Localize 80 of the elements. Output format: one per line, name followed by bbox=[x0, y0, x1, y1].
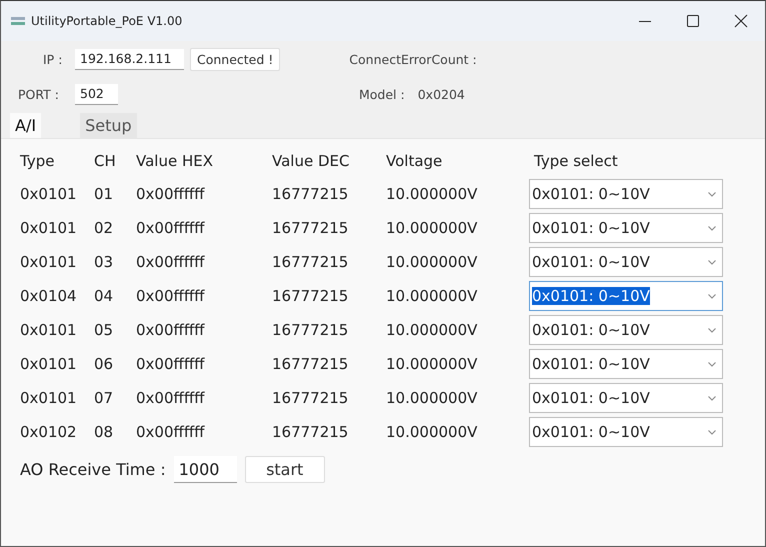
table-cell-text: 0x0101 bbox=[20, 355, 78, 373]
table-cell-text: 10.000000V bbox=[386, 321, 478, 339]
table-cell-text: 16777215 bbox=[272, 287, 350, 305]
type-select[interactable]: 0x0101: 0~10V bbox=[529, 281, 723, 311]
table-cell-text: 16777215 bbox=[272, 389, 350, 407]
table-cell-text: 16777215 bbox=[272, 423, 350, 441]
table-cell-text: 10.000000V bbox=[386, 219, 478, 237]
minimize-icon bbox=[639, 20, 651, 22]
table-cell-text: 0x00ffffff bbox=[136, 321, 206, 339]
tab[interactable]: A/I bbox=[10, 113, 42, 138]
type-select[interactable]: 0x0101: 0~10V bbox=[529, 349, 723, 379]
column-header: Voltage bbox=[386, 151, 444, 170]
type-select[interactable]: 0x0101: 0~10V bbox=[529, 315, 723, 345]
table-cell-text: 01 bbox=[94, 185, 114, 203]
app-logo-icon bbox=[11, 17, 25, 25]
table-cell-text: 05 bbox=[94, 321, 114, 339]
table-cell-text: 10.000000V bbox=[386, 355, 478, 373]
table-cell-text: 04 bbox=[94, 287, 114, 305]
table-cell-text: 10.000000V bbox=[386, 253, 478, 271]
table-cell-text: 0x00ffffff bbox=[136, 423, 206, 441]
connect-button[interactable]: Connected ! bbox=[190, 48, 280, 70]
table-cell-text: 0x0104 bbox=[20, 287, 78, 305]
table-cell-text: 0x00ffffff bbox=[136, 287, 206, 305]
table-cell-text: 0x0101 bbox=[20, 185, 78, 203]
table-cell-text: 10.000000V bbox=[386, 389, 478, 407]
column-header: Type select bbox=[534, 151, 619, 170]
receive-time-field[interactable]: 1000 bbox=[174, 456, 237, 483]
model-value: 0x0204 bbox=[418, 86, 465, 102]
table-cell-text: 03 bbox=[94, 253, 114, 271]
column-header: Value DEC bbox=[272, 151, 350, 170]
start-button[interactable]: start bbox=[244, 456, 325, 483]
table-cell-text: 0x00ffffff bbox=[136, 389, 206, 407]
type-select[interactable]: 0x0101: 0~10V bbox=[529, 247, 723, 277]
table-cell-text: 10.000000V bbox=[386, 185, 478, 203]
type-select[interactable]: 0x0101: 0~10V bbox=[529, 213, 723, 243]
ao-receive-time-label: AO Receive Time : bbox=[20, 460, 166, 479]
table-cell-text: 08 bbox=[94, 423, 114, 441]
chevron-down-icon bbox=[708, 294, 716, 298]
ip-field[interactable]: 192.168.2.111 bbox=[75, 48, 184, 70]
type-select[interactable]: 0x0101: 0~10V bbox=[529, 179, 723, 209]
table-cell-text: 10.000000V bbox=[386, 423, 478, 441]
table-cell-text: 0x0102 bbox=[20, 423, 78, 441]
column-header: Value HEX bbox=[136, 151, 214, 170]
model-label: Model : bbox=[359, 86, 405, 102]
type-select[interactable]: 0x0101: 0~10V bbox=[529, 417, 723, 447]
chevron-down-icon bbox=[708, 192, 716, 196]
ip-label: IP : bbox=[43, 52, 64, 66]
table-cell-text: 02 bbox=[94, 219, 114, 237]
table-cell-text: 0x0101 bbox=[20, 253, 78, 271]
chevron-down-icon bbox=[708, 396, 716, 400]
maximize-icon bbox=[686, 14, 700, 28]
table-cell-text: 07 bbox=[94, 389, 114, 407]
chevron-down-icon bbox=[708, 260, 716, 264]
port-label: PORT : bbox=[18, 86, 60, 102]
column-header: CH bbox=[94, 151, 117, 170]
table-cell-text: 16777215 bbox=[272, 321, 350, 339]
table-cell-text: 16777215 bbox=[272, 355, 350, 373]
table-cell-text: 0x0101 bbox=[20, 389, 78, 407]
table-cell-text: 10.000000V bbox=[386, 287, 478, 305]
table-cell-text: 0x00ffffff bbox=[136, 253, 206, 271]
chevron-down-icon bbox=[708, 362, 716, 366]
table-cell-text: 0x0101 bbox=[20, 219, 78, 237]
port-field[interactable]: 502 bbox=[75, 84, 118, 104]
table-cell-text: 16777215 bbox=[272, 185, 350, 203]
chevron-down-icon bbox=[708, 430, 716, 434]
close-icon bbox=[734, 14, 748, 28]
table-cell-text: 0x0101 bbox=[20, 321, 78, 339]
chevron-down-icon bbox=[708, 328, 716, 332]
error-count-label: ConnectErrorCount : bbox=[349, 52, 477, 66]
table-cell-text: 16777215 bbox=[272, 219, 350, 237]
chevron-down-icon bbox=[708, 226, 716, 230]
table-cell-text: 0x00ffffff bbox=[136, 219, 206, 237]
table-cell-text: 0x00ffffff bbox=[136, 185, 206, 203]
table-cell-text: 16777215 bbox=[272, 253, 350, 271]
tab[interactable]: Setup bbox=[80, 113, 137, 138]
type-select[interactable]: 0x0101: 0~10V bbox=[529, 383, 723, 413]
window-title: UtilityPortable_PoE V1.00 bbox=[31, 14, 184, 28]
table-cell-text: 06 bbox=[94, 355, 114, 373]
column-header: Type bbox=[20, 151, 56, 170]
table-cell-text: 0x00ffffff bbox=[136, 355, 206, 373]
